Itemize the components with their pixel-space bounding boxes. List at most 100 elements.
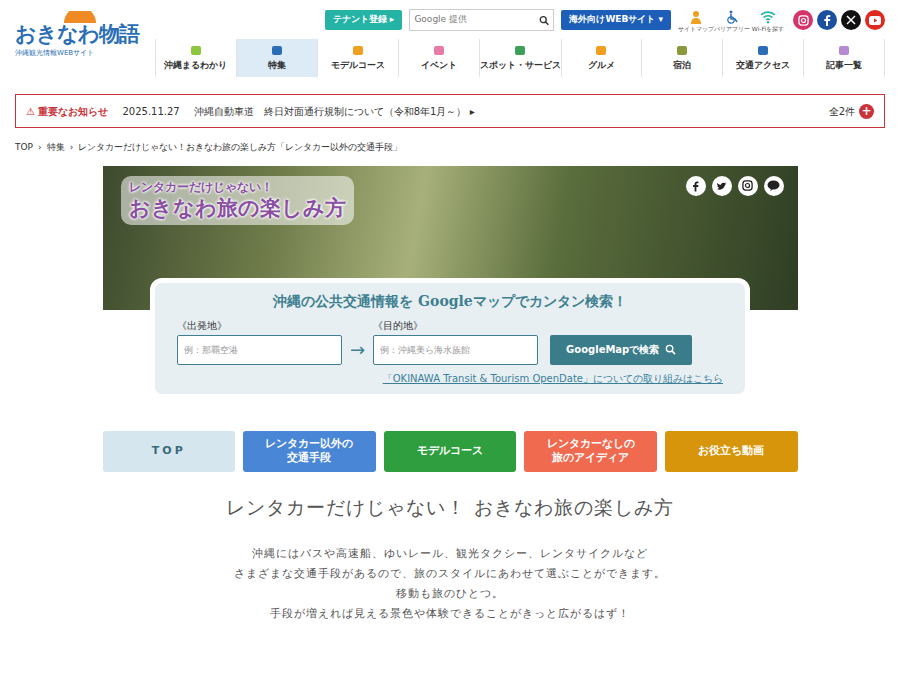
tab-label-line: レンタカーなしの	[547, 437, 635, 451]
tenant-button[interactable]: テナント登録 ▸	[325, 10, 403, 30]
tab-label-line: 旅のアイディア	[552, 451, 629, 465]
list-icon	[838, 44, 850, 58]
hero-title-line: レンタカーだけじゃない！	[129, 180, 346, 195]
facebook-icon[interactable]	[817, 10, 837, 30]
nav-item[interactable]: 沖縄まるわかり	[155, 39, 236, 77]
nav-item[interactable]: グルメ	[561, 39, 642, 77]
bus-icon	[757, 44, 769, 58]
youtube-icon[interactable]	[865, 10, 885, 30]
facebook-icon[interactable]	[686, 176, 706, 196]
opendata-link[interactable]: 「OKINAWA Transit & Tourism OpenDate」について…	[177, 371, 723, 386]
instagram-icon[interactable]	[793, 10, 813, 30]
intro-text: 沖縄にはバスや高速船、ゆいレール、観光タクシー、レンタサイクルなどさまざまな交通…	[0, 544, 900, 624]
section-tab[interactable]: レンタカーなしの旅のアイディア	[524, 431, 657, 472]
utility-link[interactable]: Wi-Fiを探す	[750, 8, 786, 33]
magnifier-icon	[665, 344, 676, 355]
intro-line: さまざまな交通手段があるので、旅のスタイルにあわせて選ぶことができます。	[0, 564, 900, 584]
dropdown-icon: ▾	[658, 14, 663, 24]
button-label: GoogleMapで検索	[566, 342, 659, 357]
count-label: 全2件	[829, 104, 855, 119]
breadcrumb-item[interactable]: TOP	[15, 141, 33, 155]
site-logo[interactable]: おきなわ物語 沖縄観光情報WEBサイト	[15, 5, 155, 78]
utility-label: サイトマップ	[678, 26, 714, 33]
wheelchair-icon	[725, 8, 739, 26]
tenant-label: テナント登録	[333, 14, 387, 24]
hero-title: レンタカーだけじゃない！ おきなわ旅の楽しみ方	[121, 176, 354, 225]
from-label: 《出発地》	[177, 318, 342, 333]
nav-label: 特集	[268, 59, 286, 73]
breadcrumb: TOP›特集›レンタカーだけじゃない！おきなわ旅の楽しみ方「レンタカー以外の交通…	[0, 128, 900, 155]
search-box	[409, 9, 554, 31]
flag-icon	[271, 44, 283, 58]
overseas-button[interactable]: 海外向けWEBサイト ▾	[561, 10, 671, 30]
tab-label-line: 交通手段	[287, 451, 331, 465]
notice-date: 2025.11.27	[122, 104, 179, 119]
arrow-icon: →	[350, 335, 365, 365]
separator-icon: ›	[38, 141, 42, 155]
notice-count[interactable]: 全2件 +	[829, 104, 874, 119]
section-tab[interactable]: TOP	[103, 431, 236, 472]
nav-item[interactable]: イベント	[398, 39, 479, 77]
hotel-icon	[676, 44, 688, 58]
nav-label: 宿泊	[673, 59, 691, 73]
route-search-title: 沖縄の公共交通情報を Googleマップでカンタン検索！	[177, 291, 723, 312]
notice-message: 沖縄自動車道 終日対面通行規制について（令和8年1月～）	[194, 106, 467, 117]
line-icon[interactable]	[764, 176, 784, 196]
nav-item[interactable]: モデルコース	[317, 39, 398, 77]
nav-label: グルメ	[588, 59, 615, 73]
car-icon	[352, 44, 364, 58]
notice-title: ⚠ 重要なお知らせ	[26, 104, 108, 119]
tab-label-line: レンタカー以外の	[265, 437, 353, 451]
nav-item[interactable]: 宿泊	[641, 39, 722, 77]
sitemap-icon	[689, 8, 703, 26]
intro-line: 移動も旅のひとつ。	[0, 584, 900, 604]
page-heading: レンタカーだけじゃない！ おきなわ旅の楽しみ方	[0, 496, 900, 519]
googlemap-search-button[interactable]: GoogleMapで検索	[550, 335, 692, 365]
nav-label: 沖縄まるわかり	[164, 59, 227, 73]
food-icon	[595, 44, 607, 58]
sun-icon	[60, 11, 100, 23]
tab-label-line: モデルコース	[417, 444, 483, 458]
overseas-label: 海外向けWEBサイト	[569, 14, 655, 24]
nav-item[interactable]: 特集	[236, 39, 317, 77]
nav-item[interactable]: 記事一覧	[803, 39, 885, 77]
nav-item[interactable]: スポット・サービス	[479, 39, 561, 77]
notice-bar[interactable]: ⚠ 重要なお知らせ 2025.11.27 沖縄自動車道 終日対面通行規制について…	[15, 94, 885, 128]
camera-icon	[514, 44, 526, 58]
nav-label: イベント	[421, 59, 457, 73]
hero-title-line: おきなわ旅の楽しみ方	[129, 195, 346, 221]
calendar-icon	[433, 44, 445, 58]
breadcrumb-item[interactable]: 特集	[47, 141, 65, 155]
x-icon[interactable]	[841, 10, 861, 30]
twitter-icon[interactable]	[712, 176, 732, 196]
tab-label-line: お役立ち動画	[698, 444, 764, 458]
arrow-icon: ▸	[390, 14, 395, 24]
tab-label-line: TOP	[152, 444, 186, 458]
from-input[interactable]	[177, 335, 342, 365]
utility-link[interactable]: バリアフリー	[714, 8, 750, 33]
intro-line: 沖縄にはバスや高速船、ゆいレール、観光タクシー、レンタサイクルなど	[0, 544, 900, 564]
notice-label: 重要なお知らせ	[38, 106, 108, 117]
section-tab[interactable]: モデルコース	[384, 431, 517, 472]
instagram-icon[interactable]	[738, 176, 758, 196]
share-links	[686, 176, 784, 196]
nav-item[interactable]: 交通アクセス	[722, 39, 803, 77]
utility-link[interactable]: サイトマップ	[678, 8, 714, 33]
to-input[interactable]	[373, 335, 538, 365]
search-input[interactable]	[414, 13, 539, 27]
utility-label: Wi-Fiを探す	[752, 26, 784, 33]
nav-label: 交通アクセス	[736, 59, 790, 73]
section-tab[interactable]: お役立ち動画	[665, 431, 798, 472]
magnifier-icon[interactable]	[539, 15, 549, 26]
arrow-icon: ▸	[470, 106, 475, 117]
nav-label: モデルコース	[331, 59, 385, 73]
nav-label: スポット・サービス	[480, 59, 561, 73]
section-tabs: TOP レンタカー以外の交通手段 モデルコース レンタカーなしの旅のアイディア お役立ち…	[103, 431, 798, 472]
plus-icon[interactable]: +	[859, 104, 874, 119]
section-tab[interactable]: レンタカー以外の交通手段	[243, 431, 376, 472]
separator-icon: ›	[70, 141, 74, 155]
logo-subtitle: 沖縄観光情報WEBサイト	[15, 48, 94, 59]
route-search-card: 沖縄の公共交通情報を Googleマップでカンタン検索！ 《出発地》 → 《目的…	[150, 278, 750, 399]
notice-text[interactable]: 沖縄自動車道 終日対面通行規制について（令和8年1月～） ▸	[194, 104, 475, 119]
utility-label: バリアフリー	[714, 26, 750, 33]
